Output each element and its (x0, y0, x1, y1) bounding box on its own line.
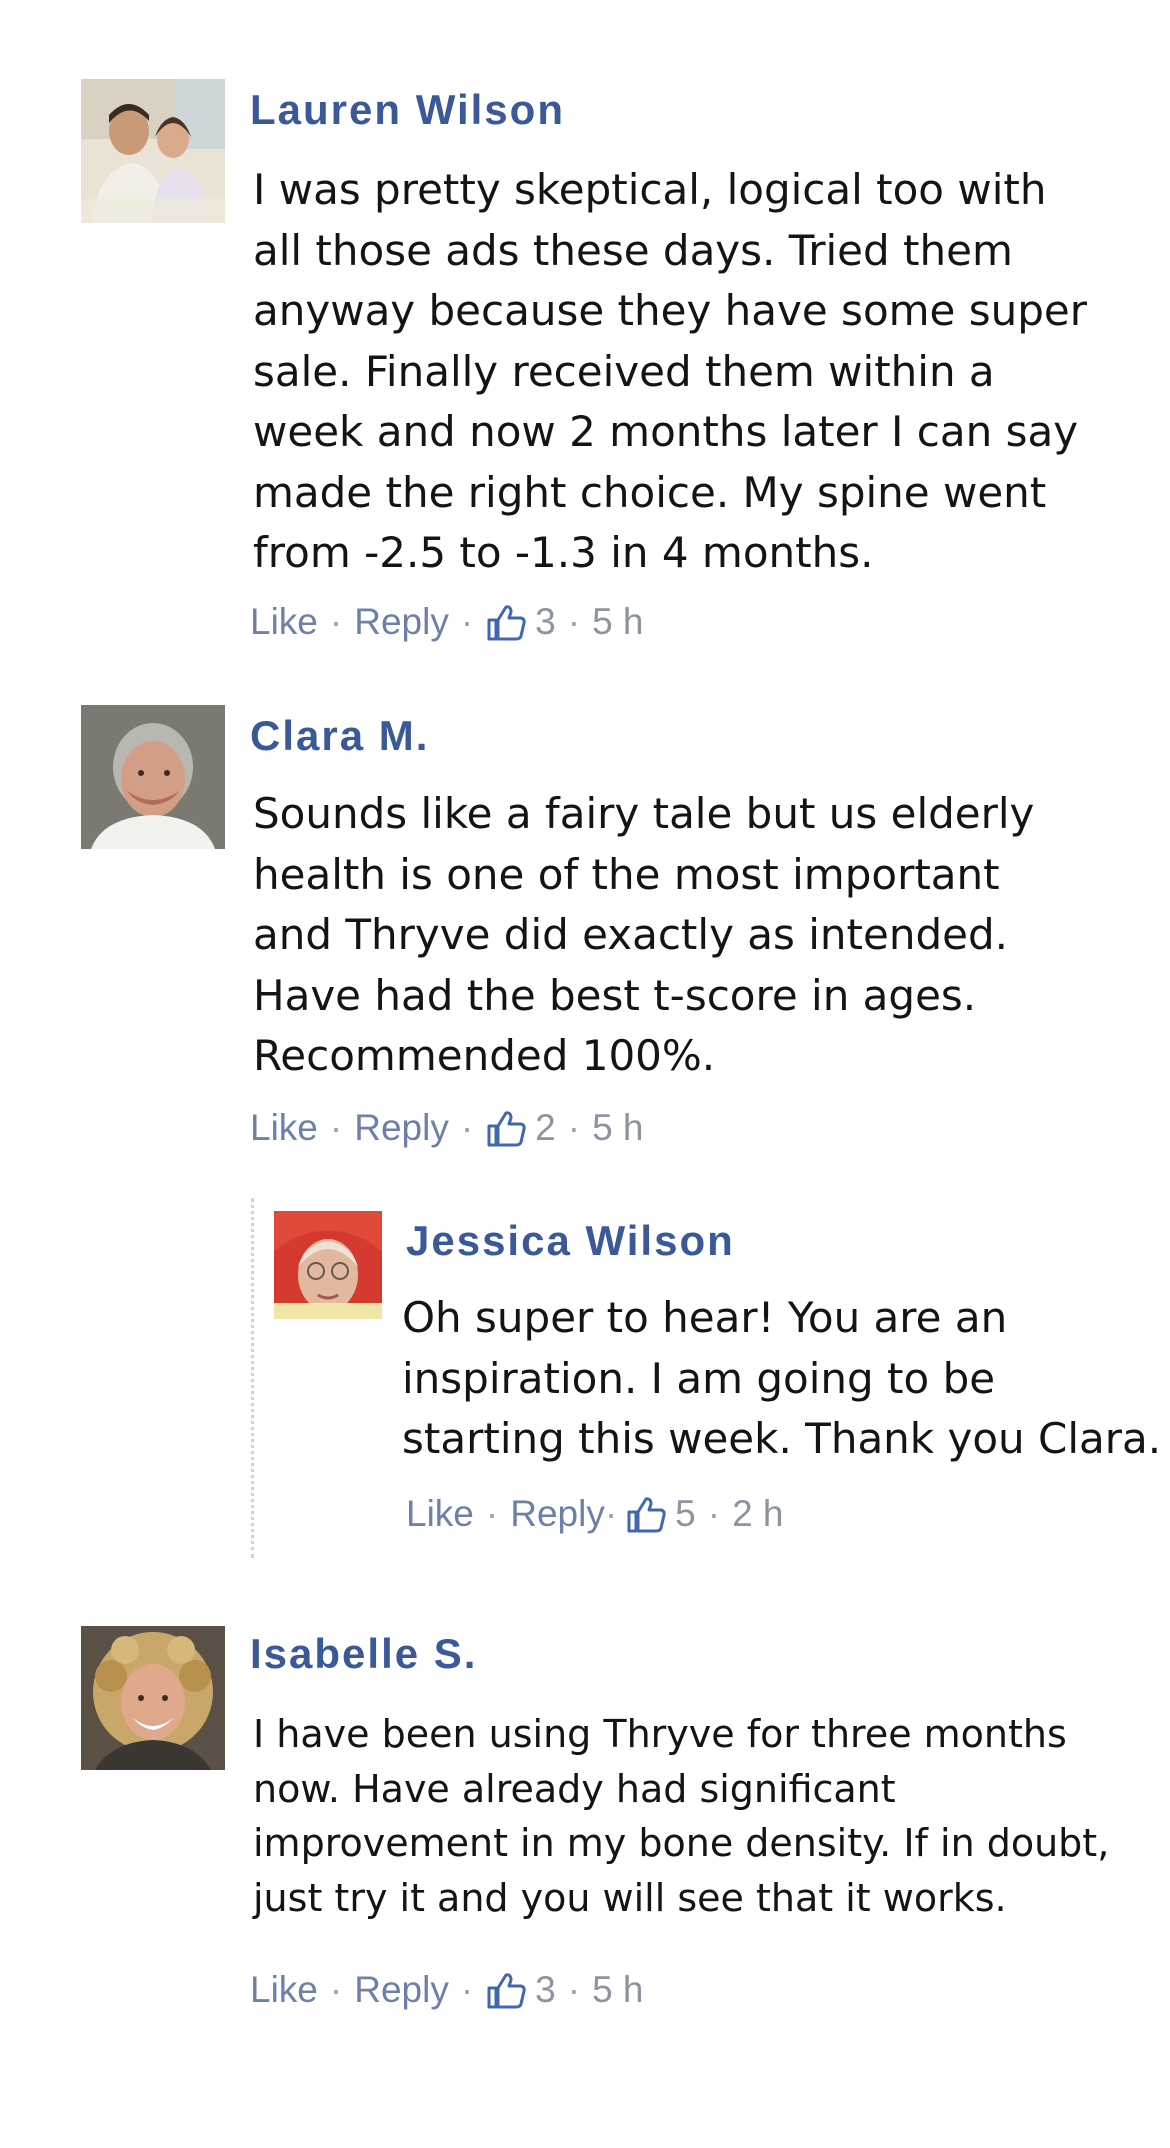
like-count: 2 (535, 1107, 556, 1148)
like-count: 3 (535, 601, 556, 642)
separator-dot: · (567, 1969, 581, 2010)
thumbs-up-icon (625, 1495, 667, 1533)
commenter-name[interactable]: Isabelle S. (250, 1630, 477, 1678)
avatar-photo (274, 1211, 382, 1319)
comment-actions: Like · Reply · 2 · 5 h (250, 1106, 644, 1150)
separator-dot: · (604, 1493, 618, 1534)
commenter-name[interactable]: Clara M. (250, 712, 429, 760)
separator-dot: · (567, 601, 581, 642)
comment-text: Sounds like a fairy tale but us elderly … (253, 789, 1035, 1080)
separator-dot: · (707, 1493, 721, 1534)
avatar[interactable] (274, 1211, 382, 1319)
separator-dot: · (460, 1107, 474, 1148)
timestamp: 5 h (592, 1969, 644, 2010)
like-count: 5 (675, 1493, 696, 1534)
timestamp: 2 h (732, 1493, 784, 1534)
commenter-name[interactable]: Jessica Wilson (406, 1217, 735, 1265)
separator-dot: · (460, 601, 474, 642)
thumbs-up-icon (485, 1971, 527, 2009)
reply-thread-line (251, 1198, 254, 1558)
comment-text: I was pretty skeptical, logical too with… (253, 165, 1088, 577)
avatar[interactable] (81, 705, 225, 849)
avatar[interactable] (81, 1626, 225, 1770)
comment-actions: Like · Reply · 3 · 5 h (250, 600, 644, 644)
thumbs-up-icon (485, 1109, 527, 1147)
avatar-photo (81, 1626, 225, 1770)
separator-dot: · (329, 601, 343, 642)
avatar[interactable] (81, 79, 225, 223)
separator-dot: · (460, 1969, 474, 2010)
comment-text: Oh super to hear! You are an inspiration… (402, 1293, 1162, 1463)
timestamp: 5 h (592, 601, 644, 642)
commenter-name[interactable]: Lauren Wilson (250, 86, 565, 134)
like-link[interactable]: Like (250, 1969, 318, 2011)
like-link[interactable]: Like (250, 1107, 318, 1149)
separator-dot: · (485, 1493, 499, 1534)
avatar-photo (81, 79, 225, 223)
timestamp: 5 h (592, 1107, 644, 1148)
reply-link[interactable]: Reply (354, 1969, 449, 2011)
reply-link[interactable]: Reply (354, 601, 449, 643)
avatar-photo (81, 705, 225, 849)
separator-dot: · (329, 1107, 343, 1148)
thumbs-up-icon (485, 603, 527, 641)
comment-actions: Like · Reply · 5 · 2 h (406, 1492, 784, 1536)
like-link[interactable]: Like (406, 1493, 474, 1535)
reply-link[interactable]: Reply (354, 1107, 449, 1149)
comment-actions: Like · Reply · 3 · 5 h (250, 1968, 644, 2012)
comment-text: I have been using Thryve for three month… (253, 1712, 1110, 1920)
separator-dot: · (567, 1107, 581, 1148)
like-link[interactable]: Like (250, 601, 318, 643)
reply-link[interactable]: Reply (510, 1493, 605, 1535)
like-count: 3 (535, 1969, 556, 2010)
separator-dot: · (329, 1969, 343, 2010)
